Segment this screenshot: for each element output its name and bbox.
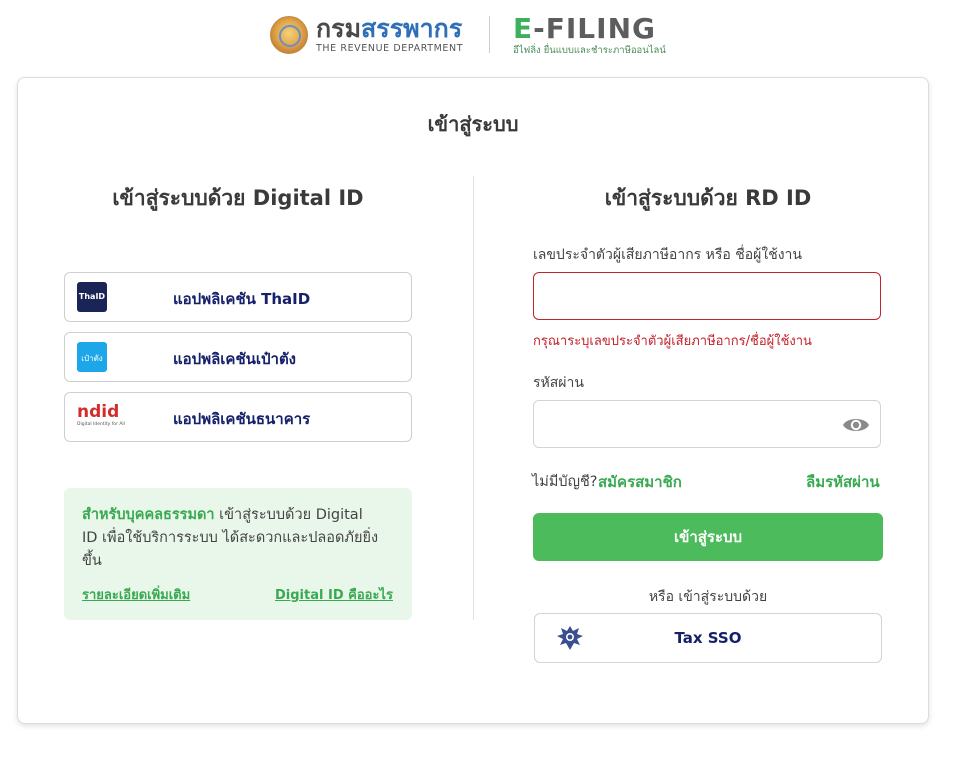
efiling-subtitle: อีไฟลิ่ง ยื่นแบบและชำระภาษีออนไลน์ [513,45,666,56]
paotang-icon: เป๋าตัง [77,342,107,372]
forgot-password-link[interactable]: ลืมรหัสผ่าน [806,470,880,494]
ndid-icon: ndid Digital Identity for All [77,402,125,432]
tax-sso-button[interactable]: Tax SSO [534,613,882,663]
or-login-with-text: หรือ เข้าสู่ระบบด้วย [648,589,768,605]
rd-name-english: THE REVENUE DEPARTMENT [316,43,464,54]
column-divider [473,176,474,620]
page-title: เข้าสู่ระบบ [427,112,519,136]
digital-id-title: เข้าสู่ระบบด้วย Digital ID [112,186,364,210]
efiling-prefix: E [513,12,534,45]
username-label: เลขประจำตัวผู้เสียภาษีอากร หรือ ชื่อผู้ใ… [533,247,802,263]
username-error-message: กรุณาระบุเลขประจำตัวผู้เสียภาษีอากร/ชื่อ… [533,334,812,349]
password-label: รหัสผ่าน [533,375,584,391]
rd-id-title: เข้าสู่ระบบด้วย RD ID [604,186,812,210]
revenue-department-logo: กรมสรรพากร THE REVENUE DEPARTMENT [270,16,463,54]
thaid-icon: ThaID [77,282,107,312]
digital-id-info-box: สำหรับบุคคลธรรมดา เข้าสู่ระบบด้วย Digita… [64,488,412,620]
revenue-department-seal-icon [270,16,308,54]
info-highlight: สำหรับบุคคลธรรมดา [82,507,215,523]
register-link[interactable]: สมัครสมาชิก [598,470,682,494]
bank-app-label: แอปพลิเคชันธนาคาร [173,410,311,428]
ndid-icon-subtext: Digital Identity for All [77,422,125,427]
no-account-text: ไม่มีบัญชี? [532,474,598,490]
paotang-app-button[interactable]: เป๋าตัง แอปพลิเคชันเป๋าตัง [64,332,412,382]
thaid-app-label: แอปพลิเคชัน ThaID [173,290,311,308]
thaid-app-button[interactable]: ThaID แอปพลิเคชัน ThaID [64,272,412,322]
login-button[interactable]: เข้าสู่ระบบ [533,513,883,561]
efiling-suffix: -FILING [533,12,656,45]
tax-sso-label: Tax SSO [674,629,742,647]
bank-app-button[interactable]: ndid Digital Identity for All แอปพลิเคชั… [64,392,412,442]
what-is-digital-id-link[interactable]: Digital ID คืออะไร [275,584,393,605]
ndid-icon-text: ndid [77,402,120,422]
more-details-link[interactable]: รายละเอียดเพิ่มเติม [82,584,190,605]
digital-id-info-text: สำหรับบุคคลธรรมดา เข้าสู่ระบบด้วย Digita… [82,504,382,573]
password-input[interactable] [546,411,830,439]
username-input[interactable] [533,272,881,320]
login-card: เข้าสู่ระบบ เข้าสู่ระบบด้วย Digital ID เ… [17,77,929,724]
password-field [533,400,881,448]
paotang-app-label: แอปพลิเคชันเป๋าตัง [173,350,297,368]
header: กรมสรรพากร THE REVENUE DEPARTMENT E-FILI… [0,0,965,70]
rd-name-thai: กรมสรรพากร [316,14,463,43]
show-password-eye-icon[interactable] [842,415,870,435]
header-divider [489,16,490,53]
efiling-logo: E-FILING อีไฟลิ่ง ยื่นแบบและชำระภาษีออนไ… [513,14,666,58]
